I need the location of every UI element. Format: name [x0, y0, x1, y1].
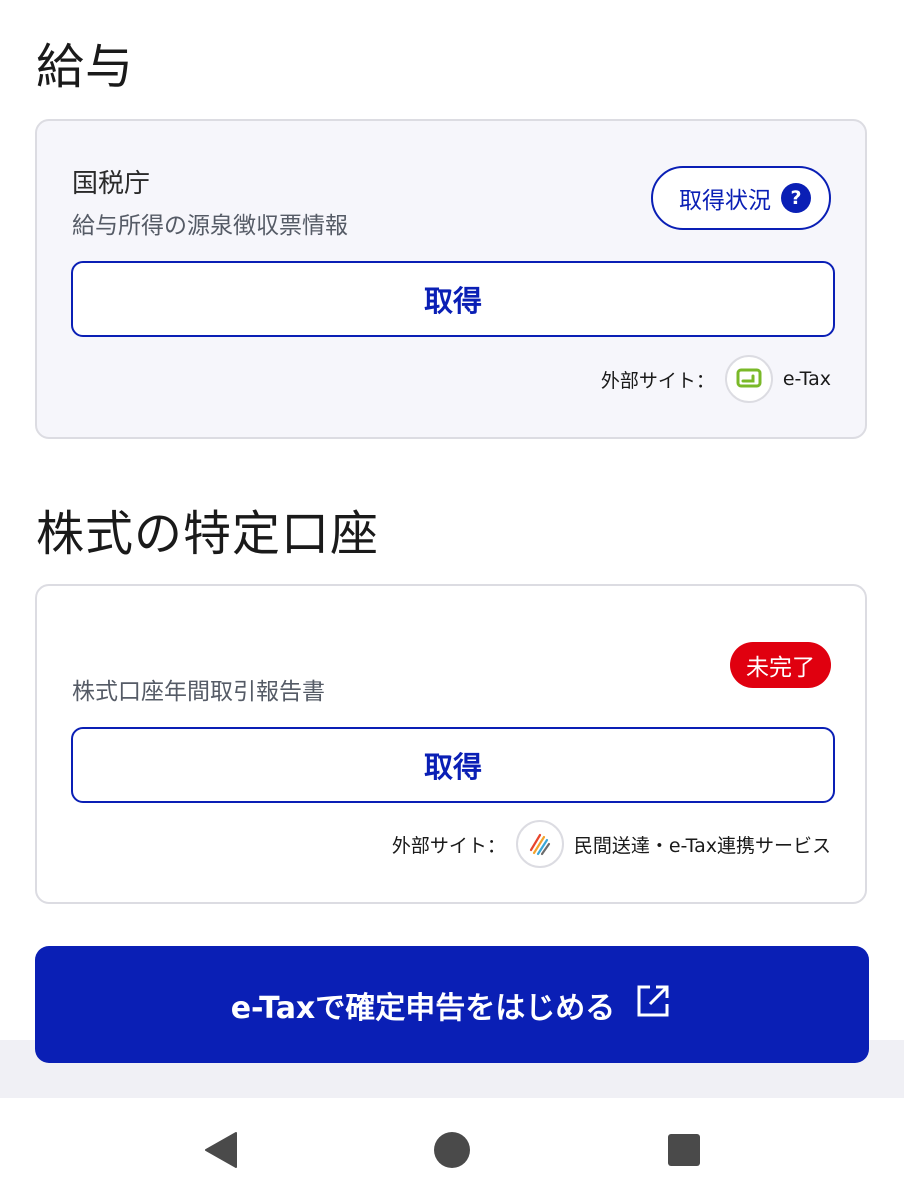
external-link-icon — [633, 981, 673, 1029]
salary-subtitle: 給与所得の源泉徴収票情報 — [72, 213, 348, 239]
incomplete-badge: 未完了 — [730, 642, 831, 688]
salary-external-site: 外部サイト： e-Tax — [601, 355, 831, 403]
system-nav-bar — [0, 1098, 904, 1200]
external-site-name[interactable]: 民間送達・e-Tax連携サービス — [574, 831, 831, 858]
page: 給与 国税庁 給与所得の源泉徴収票情報 取得状況 ? 取得 外部サイト： e-T… — [0, 0, 904, 1200]
acquisition-status-label: 取得状況 — [679, 188, 771, 214]
home-circle-icon[interactable] — [430, 1128, 474, 1172]
start-etax-filing-button[interactable]: e-Taxで確定申告をはじめる — [35, 946, 869, 1063]
stock-section-title: 株式の特定口座 — [36, 506, 380, 562]
etax-logo-icon — [724, 355, 773, 403]
external-site-name[interactable]: e-Tax — [783, 368, 831, 390]
stripes-logo-icon — [515, 820, 564, 868]
provider-name: 国税庁 — [72, 169, 151, 199]
cta-label: e-Taxで確定申告をはじめる — [230, 990, 616, 1026]
stock-subtitle: 株式口座年間取引報告書 — [72, 679, 325, 705]
recents-square-icon[interactable] — [662, 1128, 706, 1172]
stock-external-site: 外部サイト： 民間送達・e-Tax連携サービス — [392, 820, 831, 868]
stock-get-button[interactable]: 取得 — [71, 727, 835, 803]
stock-card: 未完了 株式口座年間取引報告書 取得 外部サイト： 民間送達・e-Tax連携サー… — [35, 584, 867, 904]
salary-card: 国税庁 給与所得の源泉徴収票情報 取得状況 ? 取得 外部サイト： e-Tax — [35, 119, 867, 439]
salary-section-title: 給与 — [36, 39, 135, 95]
back-triangle-icon[interactable] — [198, 1128, 242, 1172]
salary-get-button[interactable]: 取得 — [71, 261, 835, 337]
acquisition-status-button[interactable]: 取得状況 ? — [651, 166, 831, 230]
external-site-label: 外部サイト： — [391, 834, 506, 857]
help-icon: ? — [781, 183, 811, 213]
external-site-label: 外部サイト： — [600, 369, 715, 392]
